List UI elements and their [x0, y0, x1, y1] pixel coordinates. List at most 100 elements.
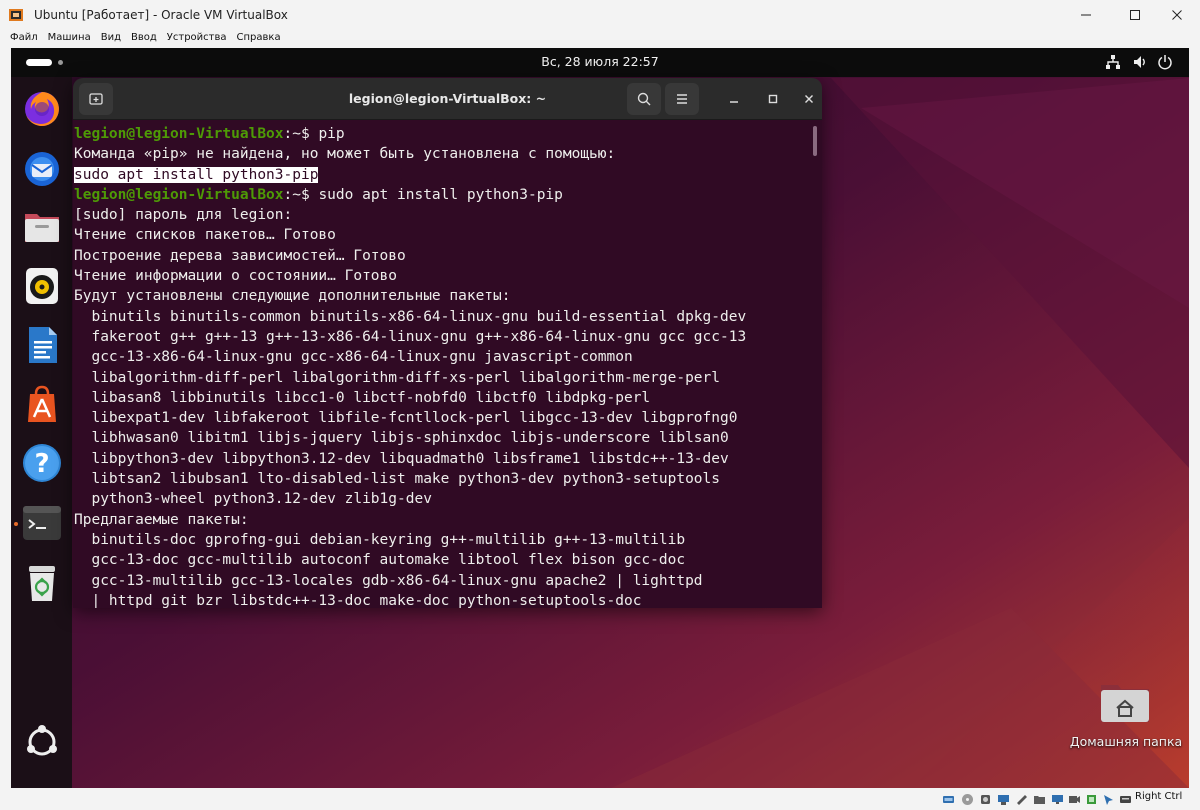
terminal-line: legion@legion-VirtualBox:~$ pip: [74, 124, 822, 144]
output-text: libhwasan0 libitm1 libjs-jquery libjs-sp…: [74, 430, 729, 447]
ubuntu-dock: ?: [11, 77, 72, 788]
audio-icon[interactable]: [979, 791, 992, 804]
host-statusbar: Right Ctrl: [0, 788, 1200, 807]
output-text: Предлагаемые пакеты:: [74, 511, 249, 528]
menu-devices[interactable]: Устройства: [167, 32, 227, 43]
svg-text:?: ?: [34, 449, 49, 479]
terminal-line: libexpat1-dev libfakeroot libfile-fcntll…: [74, 408, 822, 428]
terminal-line: | httpd git bzr libstdc++-13-doc make-do…: [74, 591, 822, 608]
output-text: Чтение списков пакетов… Готово: [74, 227, 336, 244]
output-text: Чтение информации о состоянии… Готово: [74, 268, 398, 285]
cpu-icon[interactable]: [1085, 791, 1098, 804]
terminal-line: gcc-13-x86-64-linux-gnu gcc-x86-64-linux…: [74, 347, 822, 367]
clock[interactable]: Вс, 28 июля 22:57: [11, 54, 1189, 69]
menu-input[interactable]: Ввод: [131, 32, 157, 43]
output-text: python3-wheel python3.12-dev zlib1g-dev: [74, 491, 432, 508]
output-text: Будут установлены следующие дополнительн…: [74, 288, 511, 305]
search-icon[interactable]: [627, 83, 661, 115]
command-text: sudo apt install python3-pip: [309, 186, 563, 203]
host-key-label: Right Ctrl: [1135, 791, 1183, 802]
menu-file[interactable]: Файл: [10, 32, 38, 43]
output-text: | httpd git bzr libstdc++-13-doc make-do…: [74, 592, 642, 608]
output-text: binutils-doc gprofng-gui debian-keyring …: [74, 531, 686, 548]
vm-display[interactable]: Вс, 28 июля 22:57 ? legion@legion-Virtua…: [11, 48, 1189, 788]
terminal-line: Чтение информации о состоянии… Готово: [74, 266, 822, 286]
terminal-line: libtsan2 libubsan1 lto-disabled-list mak…: [74, 469, 822, 489]
network-icon[interactable]: [1105, 54, 1121, 70]
menu-help[interactable]: Справка: [237, 32, 281, 43]
terminal-line: Предлагаемые пакеты:: [74, 510, 822, 530]
terminal-line: sudo apt install python3-pip: [74, 165, 822, 185]
terminal-scrollbar[interactable]: [813, 126, 817, 156]
writer-icon[interactable]: [20, 323, 64, 367]
terminal-close-button[interactable]: [799, 89, 819, 109]
home-folder-icon[interactable]: [1100, 681, 1150, 723]
output-text: [sudo] пароль для legion:: [74, 207, 293, 224]
terminal-icon[interactable]: [20, 501, 64, 545]
terminal-output[interactable]: legion@legion-VirtualBox:~$ pip Команда «…: [73, 120, 822, 608]
network-status-icon[interactable]: [997, 791, 1010, 805]
terminal-line: Команда «pip» не найдена, но может быть …: [74, 144, 822, 164]
terminal-window[interactable]: legion@legion-VirtualBox: ~ legion@legio…: [73, 78, 822, 608]
terminal-line: Чтение списков пакетов… Готово: [74, 225, 822, 245]
output-text: gcc-13-multilib gcc-13-locales gdb-x86-6…: [74, 572, 703, 589]
terminal-line: binutils-doc gprofng-gui debian-keyring …: [74, 530, 822, 550]
thunderbird-icon[interactable]: [20, 146, 64, 190]
ubuntu-apps-icon[interactable]: [20, 720, 64, 764]
terminal-lines: legion@legion-VirtualBox:~$ pip Команда «…: [74, 124, 822, 608]
host-maximize-button[interactable]: [1112, 0, 1158, 29]
power-icon[interactable]: [1157, 54, 1173, 70]
prompt-path: :~$: [283, 126, 310, 142]
terminal-minimize-button[interactable]: [724, 89, 744, 109]
app-center-icon[interactable]: [20, 382, 64, 426]
output-text: libalgorithm-diff-perl libalgorithm-diff…: [74, 369, 721, 386]
optical-icon[interactable]: [961, 791, 974, 805]
video-capture-icon[interactable]: [1068, 791, 1081, 804]
output-text: binutils binutils-common binutils-x86-64…: [74, 308, 747, 325]
shared-folder-icon[interactable]: [1033, 791, 1046, 804]
output-text: gcc-13-doc gcc-multilib autoconf automak…: [74, 552, 686, 569]
output-text: libexpat1-dev libfakeroot libfile-fcntll…: [74, 410, 738, 427]
usb-icon[interactable]: [1015, 791, 1028, 805]
host-titlebar: Ubuntu [Работает] - Oracle VM VirtualBox: [0, 0, 1200, 29]
firefox-icon[interactable]: [20, 87, 64, 131]
home-folder-label[interactable]: Домашняя папка: [1061, 734, 1189, 749]
hdd-icon[interactable]: [942, 791, 955, 804]
volume-icon[interactable]: [1132, 54, 1148, 70]
files-icon[interactable]: [20, 205, 64, 249]
terminal-line: [sudo] пароль для legion:: [74, 205, 822, 225]
terminal-headerbar[interactable]: legion@legion-VirtualBox: ~: [73, 78, 822, 120]
terminal-title: legion@legion-VirtualBox: ~: [348, 91, 547, 106]
host-close-button[interactable]: [1154, 0, 1200, 29]
output-text: gcc-13-x86-64-linux-gnu gcc-x86-64-linux…: [74, 349, 633, 366]
output-text: Команда «pip» не найдена, но может быть …: [74, 146, 616, 163]
rhythmbox-icon[interactable]: [20, 264, 64, 308]
trash-icon[interactable]: [20, 561, 64, 605]
output-text: libasan8 libbinutils libcc1-0 libctf-nob…: [74, 389, 651, 406]
terminal-line: libasan8 libbinutils libcc1-0 libctf-nob…: [74, 388, 822, 408]
output-text: libpython3-dev libpython3.12-dev libquad…: [74, 450, 729, 467]
help-icon[interactable]: ?: [20, 441, 64, 485]
virtualbox-icon: [8, 7, 24, 23]
menu-machine[interactable]: Машина: [48, 32, 91, 43]
host-window-title: Ubuntu [Работает] - Oracle VM VirtualBox: [34, 7, 288, 22]
terminal-line: fakeroot g++ g++-13 g++-13-x86-64-linux-…: [74, 327, 822, 347]
keyboard-icon[interactable]: [1119, 791, 1132, 804]
terminal-line: python3-wheel python3.12-dev zlib1g-dev: [74, 489, 822, 509]
terminal-line: gcc-13-doc gcc-multilib autoconf automak…: [74, 550, 822, 570]
terminal-line: libalgorithm-diff-perl libalgorithm-diff…: [74, 368, 822, 388]
hamburger-menu-icon[interactable]: [665, 83, 699, 115]
running-indicator: [14, 522, 18, 526]
output-text: libtsan2 libubsan1 lto-disabled-list mak…: [74, 471, 721, 488]
menu-view[interactable]: Вид: [101, 32, 121, 43]
terminal-line: binutils binutils-common binutils-x86-64…: [74, 307, 822, 327]
terminal-maximize-button[interactable]: [763, 89, 783, 109]
terminal-line: gcc-13-multilib gcc-13-locales gdb-x86-6…: [74, 571, 822, 591]
selected-text[interactable]: sudo apt install python3-pip: [74, 166, 319, 183]
display-icon[interactable]: [1051, 791, 1064, 804]
mouse-integration-icon[interactable]: [1102, 791, 1115, 805]
host-menubar: Файл Машина Вид Ввод Устройства Справка: [0, 29, 1200, 46]
host-minimize-button[interactable]: [1063, 0, 1109, 29]
terminal-line: Построение дерева зависимостей… Готово: [74, 246, 822, 266]
prompt-path: :~$: [283, 186, 310, 203]
